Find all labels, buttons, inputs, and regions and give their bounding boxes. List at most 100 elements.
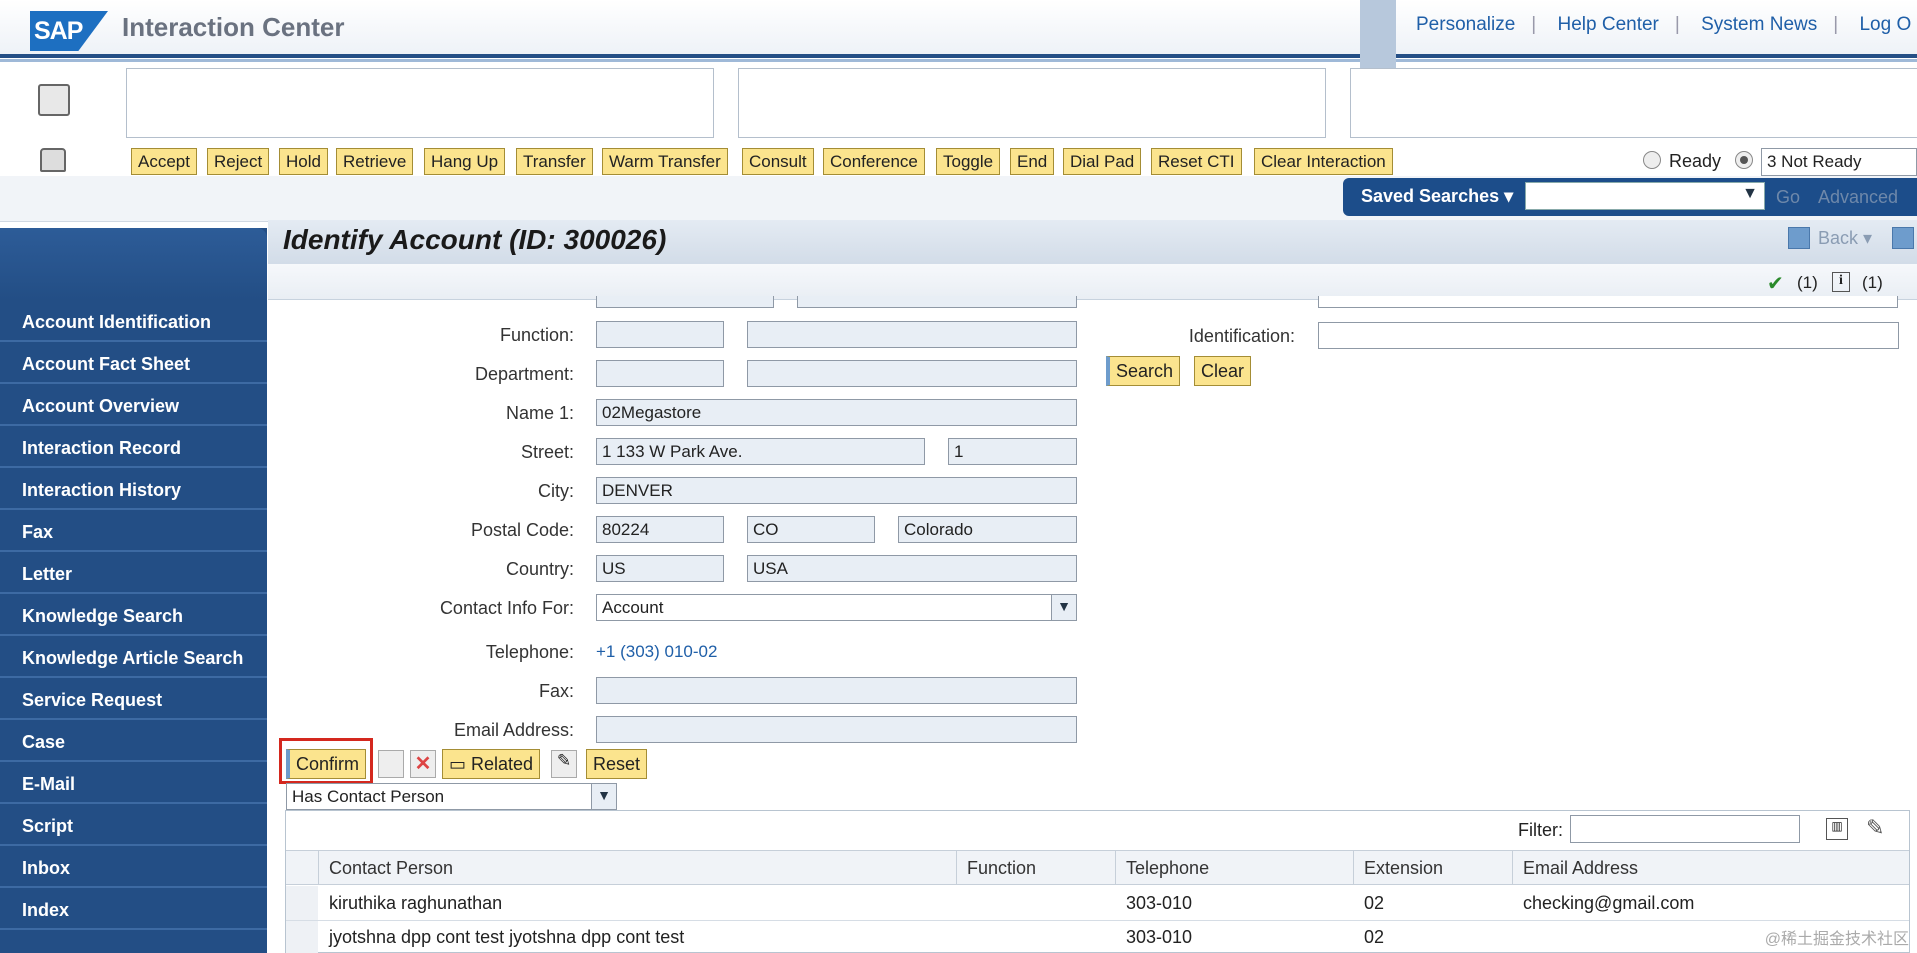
function-code-field[interactable] <box>596 321 724 348</box>
nav-item-letter[interactable]: Letter <box>0 552 267 594</box>
info-icon[interactable]: i <box>1832 272 1850 292</box>
help-center-link[interactable]: Help Center <box>1558 14 1659 35</box>
house-number-field[interactable]: 1 <box>948 438 1077 465</box>
back-button[interactable]: Back ▾ <box>1818 228 1872 249</box>
row-selector[interactable] <box>286 921 318 953</box>
clear-interaction-button[interactable]: Clear Interaction <box>1254 148 1393 175</box>
nav-item-case[interactable]: Case <box>0 720 267 762</box>
nav-item-e-mail[interactable]: E-Mail <box>0 762 267 804</box>
log-off-link[interactable]: Log O <box>1859 14 1911 35</box>
confirm-button[interactable]: Confirm <box>286 749 367 779</box>
dial-pad-button[interactable]: Dial Pad <box>1063 148 1142 175</box>
page-title: Identify Account (ID: 300026) <box>283 224 667 255</box>
nav-item-interaction-record[interactable]: Interaction Record <box>0 426 267 468</box>
table-row[interactable]: jyotshna dpp cont test jyotshna dpp cont… <box>286 921 1909 953</box>
department-code-field[interactable] <box>596 360 724 387</box>
function-label: Function: <box>499 325 574 345</box>
saved-searches-dropdown[interactable]: Saved Searches ▾ <box>1361 186 1513 207</box>
nav-item-knowledge-search[interactable]: Knowledge Search <box>0 594 267 636</box>
city-field[interactable]: DENVER <box>596 477 1077 504</box>
region-field[interactable]: CO <box>747 516 875 543</box>
nav-item-fax[interactable]: Fax <box>0 510 267 552</box>
advanced-link[interactable]: Advanced <box>1818 187 1898 208</box>
accept-button[interactable]: Accept <box>131 148 197 175</box>
column-header-extension[interactable]: Extension <box>1364 858 1443 879</box>
related-button[interactable]: ▭ Related <box>442 749 541 779</box>
street-field[interactable]: 1 133 W Park Ave. <box>596 438 925 465</box>
transfer-button[interactable]: Transfer <box>516 148 593 175</box>
nav-item-script[interactable]: Script <box>0 804 267 846</box>
telephone-link[interactable]: +1 (303) 010-02 <box>596 642 717 662</box>
ready-radio[interactable] <box>1643 151 1661 169</box>
personalize-link[interactable]: Personalize <box>1416 14 1515 35</box>
name1-field[interactable]: 02Megastore <box>596 399 1077 426</box>
country-name-field[interactable]: USA <box>747 555 1077 582</box>
hold-button[interactable]: Hold <box>279 148 328 175</box>
table-header <box>286 850 1909 885</box>
agent-status-select[interactable]: 3 Not Ready <box>1761 148 1917 176</box>
street-label: Street: <box>520 442 574 462</box>
product-id-field[interactable] <box>1318 296 1898 308</box>
go-button[interactable]: Go <box>1776 187 1800 208</box>
consult-button[interactable]: Consult <box>742 148 814 175</box>
edit-icon[interactable]: ✎ <box>551 750 577 778</box>
identification-field[interactable] <box>1318 322 1899 349</box>
reset-button[interactable]: Reset <box>586 749 648 779</box>
cell-contact-person[interactable]: kiruthika raghunathan <box>329 893 502 914</box>
pencil-icon[interactable]: ✎ <box>1866 815 1884 841</box>
nav-item-knowledge-article-search[interactable]: Knowledge Article Search <box>0 636 267 678</box>
clear-button[interactable]: Clear <box>1194 356 1252 386</box>
column-header-contact-person[interactable]: Contact Person <box>329 858 453 879</box>
not-ready-radio[interactable] <box>1735 151 1753 169</box>
cell-email[interactable]: checking@gmail.com <box>1523 893 1694 914</box>
reject-button[interactable]: Reject <box>207 148 270 175</box>
warm-transfer-button[interactable]: Warm Transfer <box>602 148 728 175</box>
nav-item-inbox[interactable]: Inbox <box>0 846 267 888</box>
column-divider <box>1512 850 1513 885</box>
relationship-select[interactable]: Has Contact Person ▼ <box>286 783 617 810</box>
country-label: Country: <box>505 559 574 579</box>
fax-field[interactable] <box>596 677 1077 704</box>
relationship-value: Has Contact Person <box>292 787 445 806</box>
chart-icon[interactable]: ▥ <box>1826 818 1848 840</box>
country-code-field[interactable]: US <box>596 555 724 582</box>
first-name-field[interactable] <box>596 296 774 308</box>
last-name-field[interactable] <box>797 296 1077 308</box>
delete-icon[interactable]: ✕ <box>410 750 436 778</box>
row-selector[interactable] <box>286 886 318 920</box>
save-icon[interactable] <box>378 750 404 778</box>
toggle-button[interactable]: Toggle <box>936 148 1001 175</box>
hang-up-button[interactable]: Hang Up <box>424 148 506 175</box>
retrieve-button[interactable]: Retrieve <box>336 148 414 175</box>
conference-button[interactable]: Conference <box>823 148 925 175</box>
back-arrow-icon[interactable] <box>1788 227 1810 249</box>
system-news-link[interactable]: System News <box>1701 14 1817 35</box>
nav-item-interaction-history[interactable]: Interaction History <box>0 468 267 510</box>
column-header-telephone[interactable]: Telephone <box>1126 858 1209 879</box>
saved-searches-select[interactable]: ▼ <box>1525 182 1765 210</box>
table-row[interactable]: kiruthika raghunathan 303-010 02 checkin… <box>286 886 1909 921</box>
reset-cti-button[interactable]: Reset CTI <box>1151 148 1242 175</box>
cell-contact-person[interactable]: jyotshna dpp cont test jyotshna dpp cont… <box>329 927 684 948</box>
ready-label: Ready <box>1669 151 1722 171</box>
nav-item-account-identification[interactable]: Account Identification <box>0 300 267 342</box>
scratchpad-icon[interactable] <box>38 84 70 116</box>
nav-item-account-overview[interactable]: Account Overview <box>0 384 267 426</box>
filter-input[interactable] <box>1570 815 1800 843</box>
search-button[interactable]: Search <box>1106 356 1181 386</box>
department-desc-field[interactable] <box>747 360 1077 387</box>
forward-arrow-icon[interactable] <box>1892 227 1914 249</box>
column-divider <box>956 850 957 885</box>
nav-item-index[interactable]: Index <box>0 888 267 930</box>
contact-info-select[interactable]: Account ▼ <box>596 594 1077 621</box>
cell-extension: 02 <box>1364 927 1385 947</box>
nav-item-service-request[interactable]: Service Request <box>0 678 267 720</box>
end-button[interactable]: End <box>1010 148 1055 175</box>
related-label: Related <box>471 754 534 774</box>
postal-code-field[interactable]: 80224 <box>596 516 724 543</box>
region-name-field[interactable]: Colorado <box>898 516 1077 543</box>
column-header-function[interactable]: Function <box>967 858 1036 879</box>
nav-item-account-fact-sheet[interactable]: Account Fact Sheet <box>0 342 267 384</box>
email-field[interactable] <box>596 716 1077 743</box>
column-header-email[interactable]: Email Address <box>1523 858 1638 879</box>
